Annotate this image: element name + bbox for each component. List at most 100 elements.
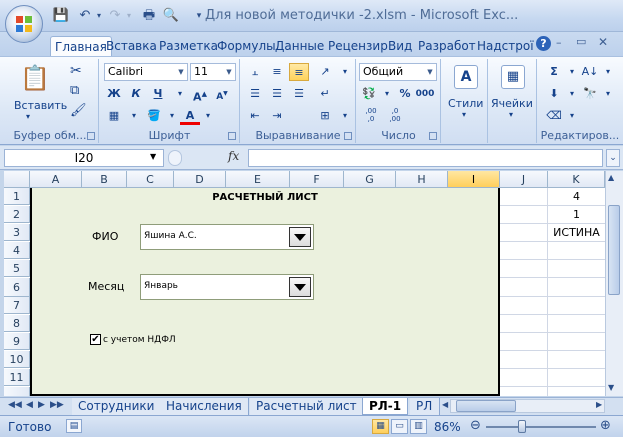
row-header-9[interactable]: 9 — [4, 333, 30, 350]
chevron-down-icon[interactable]: ▼ — [424, 64, 436, 80]
worksheet-grid[interactable]: A B C D E F G H I J K 1 2 3 4 5 6 7 8 9 … — [4, 171, 605, 396]
sort-dropdown-icon[interactable]: ▾ — [598, 63, 618, 81]
row-header-1[interactable]: 1 — [4, 188, 30, 205]
styles-button[interactable]: Стили — [448, 97, 483, 110]
increase-decimal-button[interactable]: ,00 ,0 — [361, 107, 381, 125]
col-header-d[interactable]: D — [174, 171, 226, 188]
zoom-out-icon[interactable]: ⊖ — [470, 418, 481, 433]
underline-dropdown-icon[interactable]: ▾ — [170, 85, 190, 103]
name-box-dropdown-icon[interactable]: ▼ — [150, 152, 156, 161]
find-dropdown-icon[interactable]: ▾ — [598, 85, 618, 103]
font-size-combo[interactable]: 11 ▼ — [190, 63, 236, 81]
cells-button[interactable]: Ячейки — [491, 97, 533, 110]
row-header-2[interactable]: 2 — [4, 206, 30, 223]
row-header-8[interactable]: 8 — [4, 315, 30, 332]
cells-icon[interactable]: ▦ — [501, 65, 525, 89]
help-icon[interactable]: ? — [536, 36, 551, 51]
shrink-font-icon[interactable]: A▼ — [212, 85, 232, 103]
tab-page-layout[interactable]: Разметка — [159, 36, 218, 56]
cut-icon[interactable]: ✂ — [70, 63, 82, 79]
row-header-7[interactable]: 7 — [4, 297, 30, 314]
sheet-tab-payslip[interactable]: Расчетный лист — [250, 398, 364, 415]
insert-function-icon[interactable]: fx — [228, 149, 239, 163]
sheet-tab-rl[interactable]: РЛ — [410, 398, 440, 415]
scroll-left-icon[interactable]: ◀ — [442, 400, 448, 409]
align-left-icon[interactable]: ☰ — [245, 85, 265, 103]
font-name-combo[interactable]: Calibri ▼ — [104, 63, 188, 81]
tab-addins[interactable]: Надстрої — [477, 36, 534, 56]
col-header-a[interactable]: A — [30, 171, 82, 188]
ribbon-close-icon[interactable]: ✕ — [598, 35, 608, 49]
clear-icon[interactable]: ⌫ — [544, 107, 564, 125]
chevron-down-icon[interactable]: ▼ — [175, 64, 187, 80]
format-painter-icon[interactable]: 🖌 — [70, 103, 87, 118]
paste-icon[interactable]: 📋 — [20, 63, 50, 93]
zoom-in-icon[interactable]: ⊕ — [600, 418, 611, 433]
page-break-view-icon[interactable]: ▥ — [410, 419, 427, 434]
find-select-icon[interactable]: 🔭 — [580, 85, 600, 103]
merge-cells-icon[interactable]: ⊞ — [315, 107, 335, 125]
tab-data[interactable]: Данные — [275, 36, 324, 56]
cell-k1[interactable]: 4 — [548, 190, 605, 203]
sheet-tab-accruals[interactable]: Начисления — [160, 398, 249, 415]
col-header-b[interactable]: B — [82, 171, 127, 188]
bold-button[interactable]: Ж — [104, 85, 124, 103]
sort-filter-icon[interactable]: A↓ — [580, 63, 600, 81]
fill-color-icon[interactable]: 🪣 — [144, 107, 164, 125]
align-middle-icon[interactable]: ≡ — [267, 63, 287, 81]
sheet-tab-rl1[interactable]: РЛ-1 — [362, 398, 409, 415]
row-header-12[interactable] — [4, 387, 30, 396]
col-header-j[interactable]: J — [500, 171, 548, 188]
scroll-down-icon[interactable]: ▼ — [608, 383, 614, 392]
zoom-slider-thumb[interactable] — [518, 420, 526, 433]
align-bottom-icon[interactable]: ≡ — [289, 63, 309, 81]
save-icon[interactable]: 💾 — [52, 7, 70, 25]
chevron-down-icon[interactable]: ▼ — [223, 64, 235, 80]
row-header-4[interactable]: 4 — [4, 242, 30, 259]
last-sheet-icon[interactable]: ▶▶ — [50, 400, 64, 410]
col-header-f[interactable]: F — [290, 171, 344, 188]
name-box[interactable]: I20 — [4, 149, 164, 167]
page-layout-view-icon[interactable]: ▭ — [391, 419, 408, 434]
underline-button[interactable]: Ч — [148, 85, 168, 103]
currency-icon[interactable]: 💱 — [359, 85, 379, 103]
autosum-dropdown-icon[interactable]: ▾ — [562, 63, 582, 81]
normal-view-icon[interactable]: ▦ — [372, 419, 389, 434]
align-center-icon[interactable]: ☰ — [267, 85, 287, 103]
cells-dropdown-icon[interactable]: ▾ — [509, 110, 513, 119]
next-sheet-icon[interactable]: ▶ — [38, 400, 45, 410]
col-header-i[interactable]: I — [448, 171, 500, 188]
col-header-k[interactable]: K — [548, 171, 605, 188]
paste-button[interactable]: Вставить — [14, 99, 67, 112]
cell-k2[interactable]: 1 — [548, 208, 605, 221]
number-format-combo[interactable]: Общий ▼ — [359, 63, 437, 81]
styles-icon[interactable]: A — [454, 65, 478, 89]
orientation-icon[interactable]: ↗ — [315, 63, 335, 81]
decrease-indent-icon[interactable]: ⇤ — [245, 107, 265, 125]
row-header-3[interactable]: 3 — [4, 224, 30, 241]
font-color-icon[interactable]: A — [180, 107, 200, 125]
borders-dropdown-icon[interactable]: ▾ — [124, 107, 144, 125]
col-header-g[interactable]: G — [344, 171, 396, 188]
print-preview-icon[interactable]: 🔍 — [162, 7, 180, 25]
office-button[interactable] — [5, 5, 43, 43]
ribbon-minimize-icon[interactable]: – — [556, 36, 562, 49]
styles-dropdown-icon[interactable]: ▾ — [462, 110, 466, 119]
scroll-up-icon[interactable]: ▲ — [608, 173, 614, 182]
formula-bar-handle-icon[interactable] — [168, 150, 182, 166]
ndfl-checkbox[interactable]: ✔ — [90, 334, 101, 345]
align-top-icon[interactable]: ⫠ — [245, 63, 265, 81]
tab-developer[interactable]: Разработ — [418, 36, 476, 56]
fio-dropdown[interactable]: Яшина А.С. — [140, 224, 314, 250]
fio-dropdown-button[interactable] — [289, 227, 311, 247]
fill-color-dropdown-icon[interactable]: ▾ — [162, 107, 182, 125]
col-header-h[interactable]: H — [396, 171, 448, 188]
formula-input[interactable] — [248, 149, 603, 167]
col-header-e[interactable]: E — [226, 171, 290, 188]
autosum-icon[interactable]: Σ — [544, 63, 564, 81]
tab-insert[interactable]: Вставка — [106, 36, 157, 56]
sheet-tab-employees[interactable]: Сотрудники — [72, 398, 162, 415]
redo-dropdown-icon[interactable]: ▾ — [120, 7, 138, 25]
thousands-button[interactable]: 000 — [415, 85, 435, 103]
percent-button[interactable]: % — [395, 85, 415, 103]
